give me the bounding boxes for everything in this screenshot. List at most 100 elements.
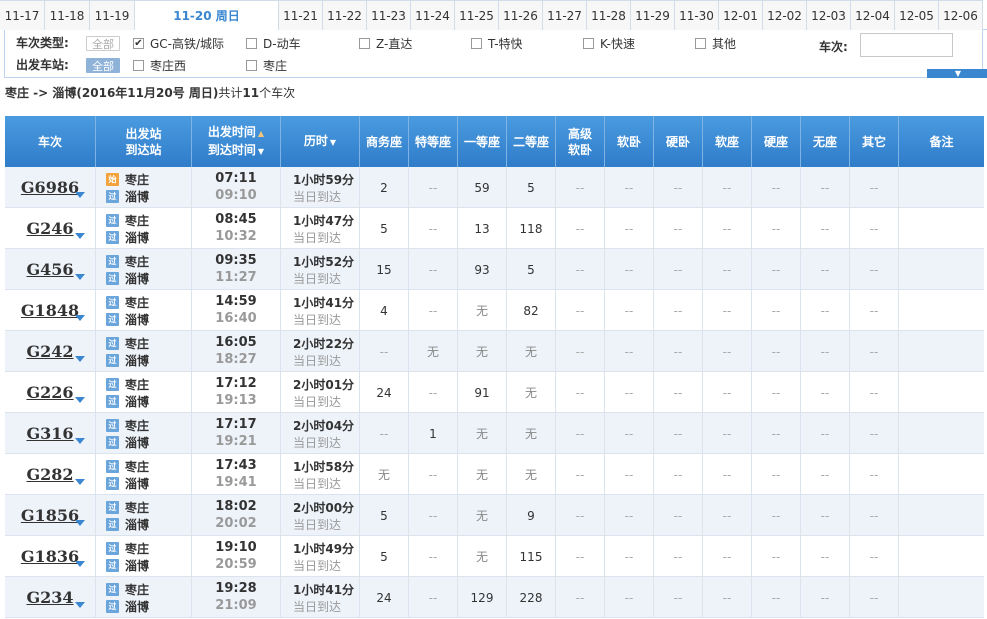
date-tab[interactable]: 11-23 xyxy=(367,0,411,30)
checkbox-icon[interactable] xyxy=(359,38,370,49)
stations-cell: 过枣庄过淄博 xyxy=(96,331,192,372)
checkbox-icon[interactable] xyxy=(471,38,482,49)
table-row: G6986 始枣庄过淄博 07:11 09:10 1小时59分 当日到达 2 -- 59 5 -- -… xyxy=(5,167,984,208)
date-tab[interactable]: 11-21 xyxy=(279,0,323,30)
arrival-day: 当日到达 xyxy=(293,476,342,491)
seat-hard-seat: -- xyxy=(752,249,801,290)
seat-second: 228 xyxy=(507,577,556,618)
note-cell xyxy=(899,454,984,495)
seat-high-soft-sleeper: -- xyxy=(556,208,605,249)
train-number-link[interactable]: G242 xyxy=(26,342,73,361)
checkbox-icon[interactable] xyxy=(133,60,144,71)
date-tab[interactable]: 11-17 xyxy=(0,0,45,30)
date-tab[interactable]: 11-20 周日 xyxy=(135,0,279,31)
checkbox-icon[interactable] xyxy=(246,38,257,49)
expand-stops-icon[interactable] xyxy=(75,397,85,403)
date-tab[interactable]: 11-30 xyxy=(675,0,719,30)
seat-hard-sleeper: -- xyxy=(654,536,703,577)
date-tab[interactable]: 11-26 xyxy=(499,0,543,30)
train-type-option[interactable]: 其他 xyxy=(695,35,736,52)
train-type-option[interactable]: Z-直达 xyxy=(359,35,412,52)
train-number-input[interactable] xyxy=(860,33,953,57)
departure-time: 17:43 xyxy=(215,457,257,473)
train-number-link[interactable]: G1836 xyxy=(21,547,79,566)
train-number-link[interactable]: G6986 xyxy=(21,178,79,197)
expand-stops-icon[interactable] xyxy=(75,520,85,526)
train-number-link[interactable]: G456 xyxy=(26,260,73,279)
stations-cell: 过枣庄过淄博 xyxy=(96,536,192,577)
arrival-day: 当日到达 xyxy=(293,435,342,450)
seat-special: -- xyxy=(409,208,458,249)
seat-second: 9 xyxy=(507,495,556,536)
date-tab[interactable]: 12-03 xyxy=(807,0,851,30)
train-number-link[interactable]: G282 xyxy=(26,465,73,484)
collapse-filter-button[interactable]: ▼ xyxy=(927,69,987,78)
checkbox-checked-icon[interactable]: ✔ xyxy=(133,38,144,49)
seat-other: -- xyxy=(850,454,899,495)
pass-station-icon: 过 xyxy=(106,558,119,572)
train-type-all-button[interactable]: 全部 xyxy=(86,36,120,51)
train-number-link[interactable]: G246 xyxy=(26,219,73,238)
option-label: 枣庄 xyxy=(263,59,288,73)
seat-hard-seat: -- xyxy=(752,167,801,208)
station-all-button[interactable]: 全部 xyxy=(86,58,120,73)
departure-time: 08:45 xyxy=(215,211,257,227)
date-tab[interactable]: 12-05 xyxy=(895,0,939,30)
checkbox-icon[interactable] xyxy=(246,60,257,71)
train-number-link[interactable]: G234 xyxy=(26,588,73,607)
checkbox-icon[interactable] xyxy=(583,38,594,49)
train-number-link[interactable]: G226 xyxy=(26,383,73,402)
date-tab[interactable]: 12-04 xyxy=(851,0,895,30)
date-tab[interactable]: 11-25 xyxy=(455,0,499,30)
stations-cell: 过枣庄过淄博 xyxy=(96,372,192,413)
expand-stops-icon[interactable] xyxy=(75,315,85,321)
duration-cell: 1小时59分 当日到达 xyxy=(281,167,360,208)
station-option[interactable]: 枣庄 xyxy=(246,57,287,74)
checkbox-icon[interactable] xyxy=(695,38,706,49)
seat-high-soft-sleeper: -- xyxy=(556,167,605,208)
date-tab[interactable]: 11-19 xyxy=(90,0,135,30)
table-row: G234 过枣庄过淄博 19:28 21:09 1小时41分 当日到达 24 -- 129 228… xyxy=(5,577,984,618)
note-cell xyxy=(899,372,984,413)
date-tab[interactable]: 11-24 xyxy=(411,0,455,30)
pass-station-icon: 过 xyxy=(106,500,119,514)
train-number-link[interactable]: G316 xyxy=(26,424,73,443)
seat-soft-sleeper: -- xyxy=(605,372,654,413)
expand-stops-icon[interactable] xyxy=(75,233,85,239)
expand-stops-icon[interactable] xyxy=(75,274,85,280)
train-type-option[interactable]: ✔ GC-高铁/城际 xyxy=(133,35,224,52)
expand-stops-icon[interactable] xyxy=(75,192,85,198)
date-tab[interactable]: 11-29 xyxy=(631,0,675,30)
from-station: 枣庄 xyxy=(125,336,150,351)
train-number-cell: G282 xyxy=(5,454,96,495)
header-duration[interactable]: 历时 ▼ xyxy=(281,116,360,167)
date-tab[interactable]: 11-27 xyxy=(543,0,587,30)
train-number-link[interactable]: G1856 xyxy=(21,506,79,525)
expand-stops-icon[interactable] xyxy=(75,356,85,362)
date-tab[interactable]: 12-01 xyxy=(719,0,763,30)
date-tab[interactable]: 11-22 xyxy=(323,0,367,30)
seat-high-soft-sleeper: -- xyxy=(556,413,605,454)
train-type-option[interactable]: K-快速 xyxy=(583,35,635,52)
seat-hard-seat: -- xyxy=(752,536,801,577)
expand-stops-icon[interactable] xyxy=(75,602,85,608)
seat-soft-seat: -- xyxy=(703,372,752,413)
date-tab[interactable]: 12-06 xyxy=(939,0,983,30)
train-type-option[interactable]: D-动车 xyxy=(246,35,301,52)
expand-stops-icon[interactable] xyxy=(75,479,85,485)
duration: 2小时04分 xyxy=(293,418,355,433)
expand-stops-icon[interactable] xyxy=(75,438,85,444)
date-tab[interactable]: 11-18 xyxy=(45,0,90,30)
train-number-link[interactable]: G1848 xyxy=(21,301,79,320)
header-times[interactable]: 出发时间 ▲ 到达时间 ▼ xyxy=(192,116,281,167)
seat-hard-sleeper: -- xyxy=(654,495,703,536)
stations-cell: 过枣庄过淄博 xyxy=(96,290,192,331)
expand-stops-icon[interactable] xyxy=(75,561,85,567)
date-tab[interactable]: 11-28 xyxy=(587,0,631,30)
arrival-day: 当日到达 xyxy=(293,599,342,614)
train-type-option[interactable]: T-特快 xyxy=(471,35,523,52)
date-tab[interactable]: 12-02 xyxy=(763,0,807,30)
station-option[interactable]: 枣庄西 xyxy=(133,57,186,74)
seat-first: 59 xyxy=(458,167,507,208)
times-cell: 19:10 20:59 xyxy=(192,536,281,577)
